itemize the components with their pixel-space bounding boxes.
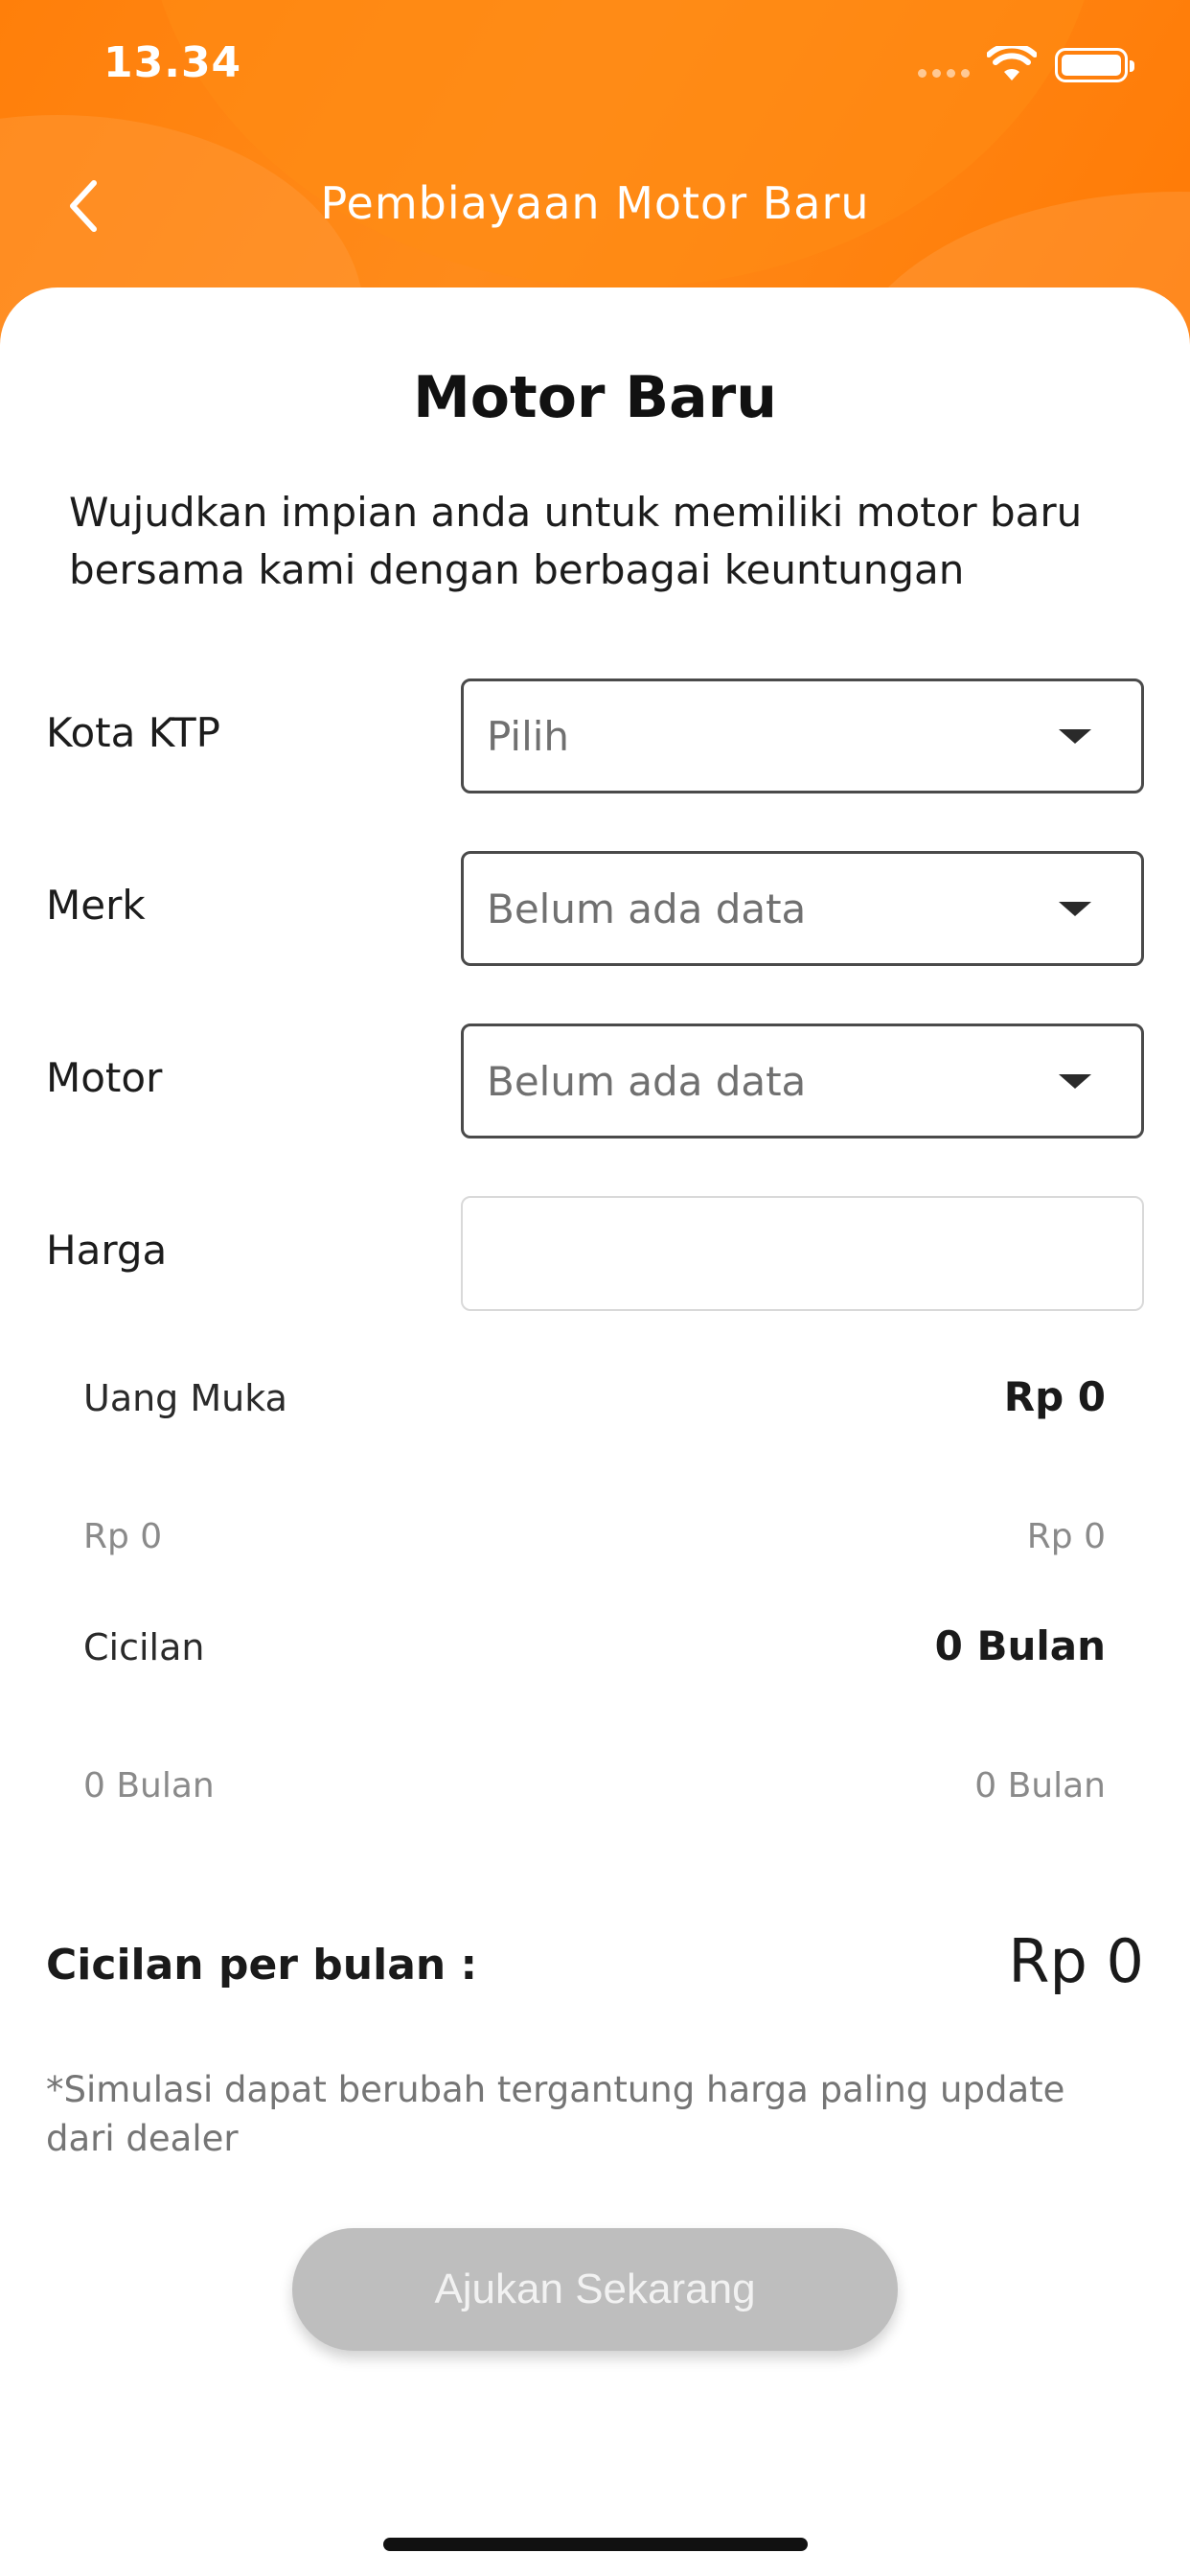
monthly-installment-value: Rp 0 xyxy=(1008,1926,1144,1996)
status-time: 13.34 xyxy=(103,38,242,87)
kota-ktp-placeholder: Pilih xyxy=(487,712,570,760)
uang-muka-label: Uang Muka xyxy=(83,1377,287,1419)
nav-title: Pembiayaan Motor Baru xyxy=(320,177,870,229)
dropdown-caret-icon xyxy=(1059,1073,1091,1089)
cicilan-max: 0 Bulan xyxy=(974,1766,1106,1806)
harga-label: Harga xyxy=(46,1227,168,1274)
motor-label: Motor xyxy=(46,1054,163,1101)
page-title: Motor Baru xyxy=(413,364,777,431)
motor-select[interactable]: Belum ada data xyxy=(461,1024,1144,1138)
uang-muka-min: Rp 0 xyxy=(83,1517,163,1556)
harga-input[interactable] xyxy=(461,1196,1144,1311)
submit-button[interactable]: Ajukan Sekarang xyxy=(292,2228,898,2351)
home-indicator xyxy=(383,2538,808,2551)
dropdown-caret-icon xyxy=(1059,728,1091,744)
intro-text: Wujudkan impian anda untuk memiliki moto… xyxy=(69,489,1083,593)
motor-placeholder: Belum ada data xyxy=(487,1057,807,1105)
disclaimer-text: *Simulasi dapat berubah tergantung harga… xyxy=(46,2069,1065,2159)
dropdown-caret-icon xyxy=(1059,901,1091,916)
battery-icon xyxy=(1055,48,1134,82)
uang-muka-max: Rp 0 xyxy=(1026,1517,1106,1556)
wifi-icon xyxy=(987,46,1037,80)
cellular-signal-icon xyxy=(918,69,970,78)
uang-muka-value: Rp 0 xyxy=(1003,1373,1106,1420)
merk-label: Merk xyxy=(46,882,146,929)
merk-placeholder: Belum ada data xyxy=(487,885,807,932)
kota-ktp-label: Kota KTP xyxy=(46,709,220,756)
cicilan-label: Cicilan xyxy=(83,1626,205,1668)
merk-select[interactable]: Belum ada data xyxy=(461,851,1144,966)
monthly-installment-label: Cicilan per bulan : xyxy=(46,1941,478,1990)
cicilan-min: 0 Bulan xyxy=(83,1766,215,1806)
cicilan-value: 0 Bulan xyxy=(934,1622,1106,1669)
kota-ktp-select[interactable]: Pilih xyxy=(461,678,1144,794)
